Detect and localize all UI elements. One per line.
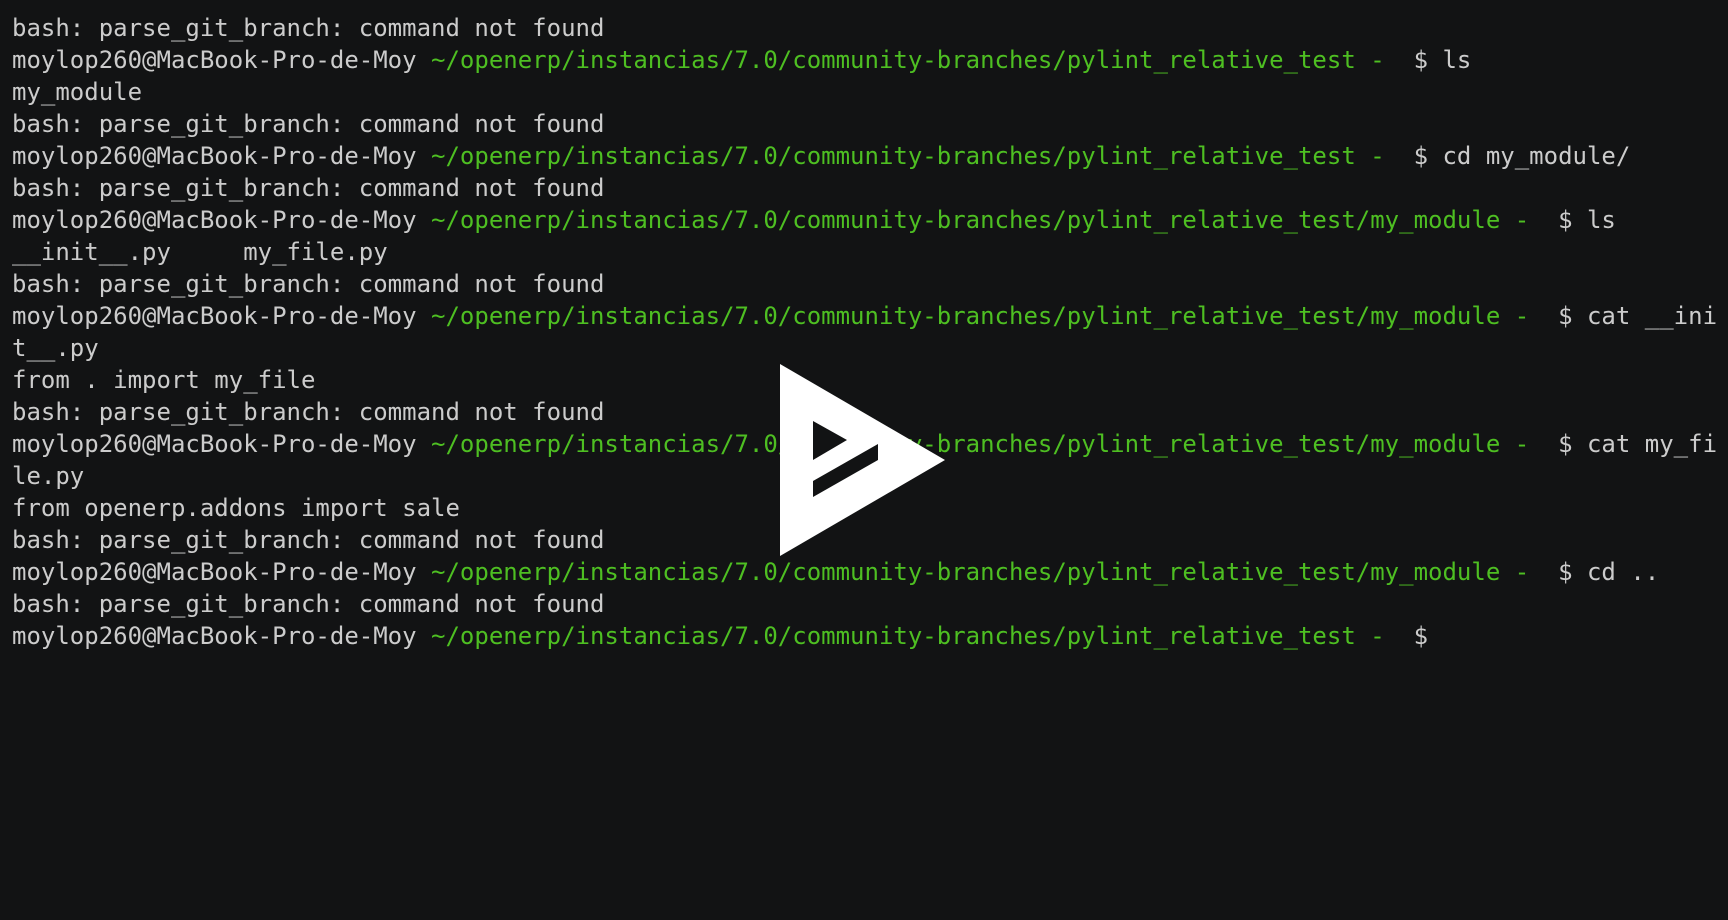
prompt-path: ~/openerp/instancias/7.0/community-branc… (416, 558, 1544, 586)
prompt-user-host: moylop260@MacBook-Pro-de-Moy (12, 46, 417, 74)
prompt-path: ~/openerp/instancias/7.0/community-branc… (416, 622, 1400, 650)
prompt-line: moylop260@MacBook-Pro-de-Moy ~/openerp/i… (12, 140, 1716, 172)
prompt-command: $ (1399, 622, 1429, 650)
prompt-path: ~/openerp/instancias/7.0/community-branc… (416, 206, 1544, 234)
prompt-user-host: moylop260@MacBook-Pro-de-Moy (12, 430, 417, 458)
output-line: bash: parse_git_branch: command not foun… (12, 270, 605, 298)
output-line: my_module (12, 78, 143, 106)
prompt-user-host: moylop260@MacBook-Pro-de-Moy (12, 206, 417, 234)
output-line: bash: parse_git_branch: command not foun… (12, 110, 605, 138)
output-line: bash: parse_git_branch: command not foun… (12, 590, 605, 618)
prompt-command: $ ls (1399, 46, 1472, 74)
prompt-user-host: moylop260@MacBook-Pro-de-Moy (12, 558, 417, 586)
output-line: bash: parse_git_branch: command not foun… (12, 174, 605, 202)
prompt-path: ~/openerp/instancias/7.0/community-branc… (416, 302, 1544, 330)
output-line: bash: parse_git_branch: command not foun… (12, 14, 605, 42)
output-line: t__.py (12, 334, 99, 362)
prompt-line: moylop260@MacBook-Pro-de-Moy ~/openerp/i… (12, 204, 1716, 236)
prompt-command: $ cat __ini (1543, 302, 1718, 330)
prompt-line: moylop260@MacBook-Pro-de-Moy ~/openerp/i… (12, 300, 1718, 332)
prompt-path: ~/openerp/instancias/7.0/community-branc… (416, 46, 1400, 74)
prompt-line: moylop260@MacBook-Pro-de-Moy ~/openerp/i… (12, 620, 1716, 652)
prompt-command: $ cd .. (1543, 558, 1660, 586)
play-icon (780, 364, 945, 556)
terminal-output: bash: parse_git_branch: command not foun… (12, 12, 1718, 652)
output-line: __init__.py my_file.py (12, 238, 388, 266)
prompt-path: ~/openerp/instancias/7.0/community-branc… (416, 430, 1544, 458)
prompt-user-host: moylop260@MacBook-Pro-de-Moy (12, 302, 417, 330)
prompt-command: $ cd my_module/ (1399, 142, 1631, 170)
prompt-line: moylop260@MacBook-Pro-de-Moy ~/openerp/i… (12, 44, 1716, 76)
prompt-command: $ ls (1543, 206, 1616, 234)
play-button[interactable] (780, 364, 950, 556)
prompt-user-host: moylop260@MacBook-Pro-de-Moy (12, 622, 417, 650)
prompt-path: ~/openerp/instancias/7.0/community-branc… (416, 142, 1400, 170)
prompt-line: moylop260@MacBook-Pro-de-Moy ~/openerp/i… (12, 556, 1716, 588)
prompt-command: $ cat my_fi (1543, 430, 1718, 458)
prompt-user-host: moylop260@MacBook-Pro-de-Moy (12, 142, 417, 170)
